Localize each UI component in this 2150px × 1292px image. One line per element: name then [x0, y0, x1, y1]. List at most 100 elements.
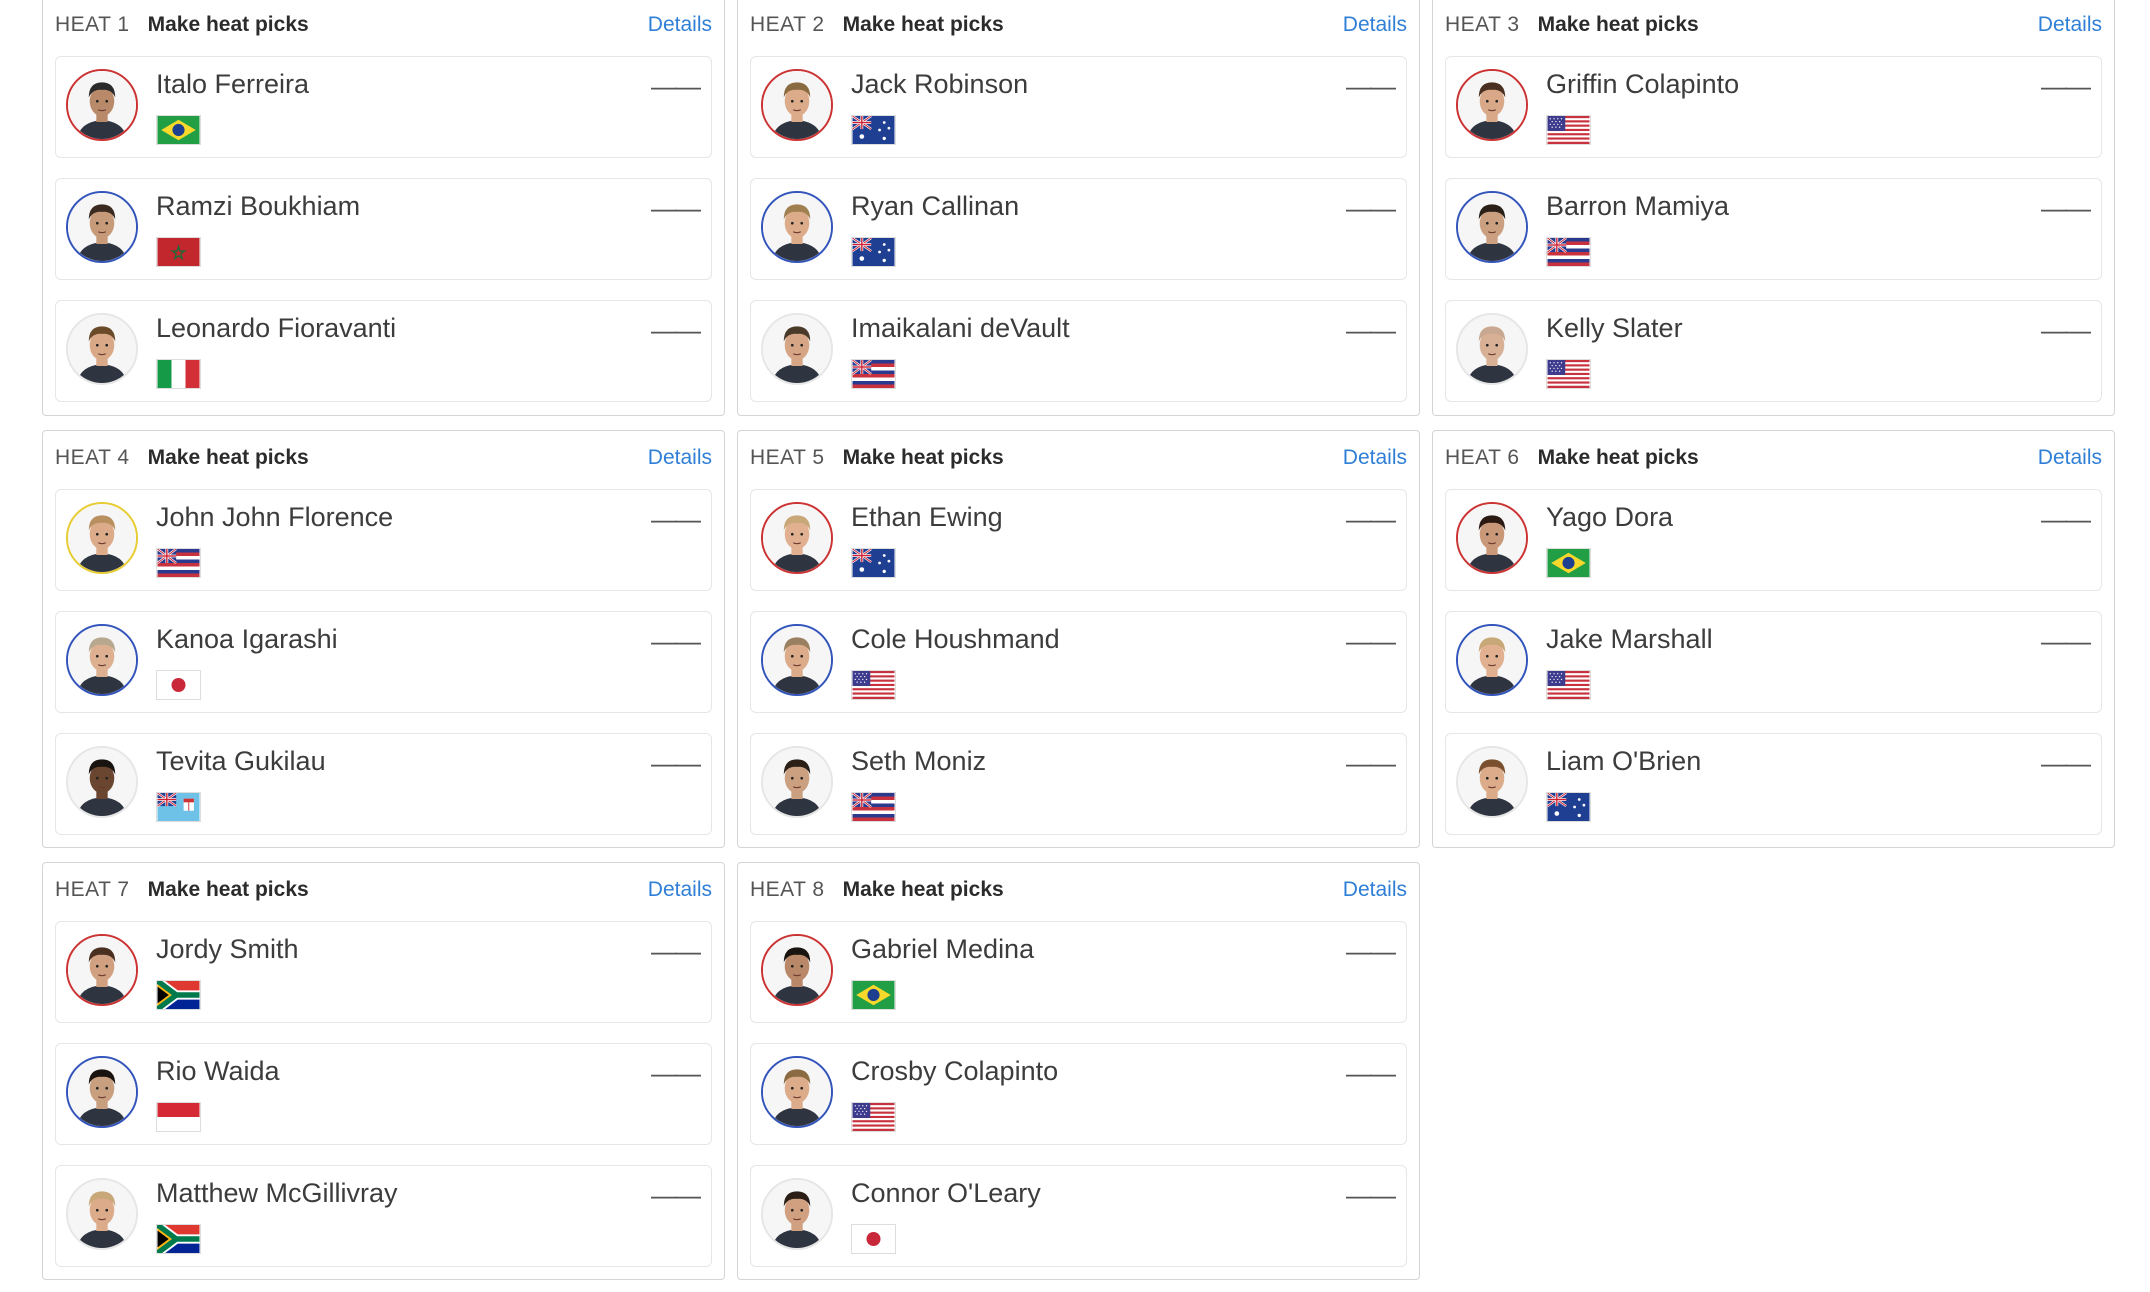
surfer-card[interactable]: Ramzi Boukhiam ——: [55, 178, 712, 280]
details-link[interactable]: Details: [648, 13, 712, 37]
indonesia-flag: [156, 1102, 201, 1132]
details-link[interactable]: Details: [1343, 878, 1407, 902]
surfer-avatar: [66, 69, 138, 141]
surfer-name: Jordy Smith: [156, 934, 299, 964]
heat-header: HEAT 4 Make heat picks Details: [55, 431, 712, 485]
surfer-avatar: [761, 191, 833, 263]
heat-card: HEAT 3 Make heat picks Details Griffin Cola…: [1432, 0, 2115, 416]
make-heat-picks-label: Make heat picks: [147, 446, 309, 469]
surfer-card[interactable]: Crosby Colapinto ——: [750, 1043, 1407, 1145]
details-link[interactable]: Details: [648, 446, 712, 470]
surfer-name: Imaikalani deVault: [851, 313, 1070, 343]
surfer-card[interactable]: Ethan Ewing ——: [750, 489, 1407, 591]
surfer-score: ——: [651, 1058, 701, 1088]
heat-header: HEAT 3 Make heat picks Details: [1445, 0, 2102, 52]
usa-flag: [1546, 359, 1591, 389]
surfer-name: Matthew McGillivray: [156, 1178, 398, 1208]
surfer-avatar: [66, 313, 138, 385]
surfer-card[interactable]: Jack Robinson ——: [750, 56, 1407, 158]
surfer-name: Kelly Slater: [1546, 313, 1683, 343]
surfer-score: ——: [2041, 504, 2091, 534]
surfer-avatar: [761, 934, 833, 1006]
surfer-avatar: [66, 624, 138, 696]
surfer-name: Tevita Gukilau: [156, 746, 326, 776]
surfer-card[interactable]: Ryan Callinan ——: [750, 178, 1407, 280]
surfer-name: Jack Robinson: [851, 69, 1029, 99]
surfer-card[interactable]: John John Florence ——: [55, 489, 712, 591]
surfer-card[interactable]: Italo Ferreira ——: [55, 56, 712, 158]
surfer-avatar: [66, 191, 138, 263]
surfer-card[interactable]: Kelly Slater ——: [1445, 300, 2102, 402]
surfer-name: Ryan Callinan: [851, 191, 1020, 221]
details-link[interactable]: Details: [2038, 446, 2102, 470]
surfer-name: Cole Houshmand: [851, 624, 1060, 654]
make-heat-picks-label: Make heat picks: [147, 13, 309, 36]
surfer-score: ——: [1346, 1058, 1396, 1088]
details-link[interactable]: Details: [648, 878, 712, 902]
surfer-avatar: [761, 1178, 833, 1250]
surfer-name: Barron Mamiya: [1546, 191, 1730, 221]
surfer-card[interactable]: Jordy Smith ——: [55, 921, 712, 1023]
details-link[interactable]: Details: [2038, 13, 2102, 37]
surfer-name: Leonardo Fioravanti: [156, 313, 397, 343]
surfer-score: ——: [2041, 748, 2091, 778]
details-link[interactable]: Details: [1343, 13, 1407, 37]
surfer-card[interactable]: Barron Mamiya ——: [1445, 178, 2102, 280]
surfer-avatar: [761, 313, 833, 385]
australia-flag: [1546, 792, 1591, 822]
surfer-score: ——: [651, 748, 701, 778]
surfer-score: ——: [651, 626, 701, 656]
surfer-avatar: [761, 746, 833, 818]
hawaii-flag: [1546, 237, 1591, 267]
brazil-flag: [156, 115, 201, 145]
surfer-score: ——: [1346, 748, 1396, 778]
surfer-score: ——: [1346, 315, 1396, 345]
surfer-score: ——: [2041, 315, 2091, 345]
surfer-name: Liam O'Brien: [1546, 746, 1702, 776]
surfer-card[interactable]: Imaikalani deVault ——: [750, 300, 1407, 402]
make-heat-picks-label: Make heat picks: [1537, 13, 1699, 36]
brazil-flag: [851, 980, 896, 1010]
surfer-card[interactable]: Kanoa Igarashi ——: [55, 611, 712, 713]
fiji-flag: [156, 792, 201, 822]
heat-number: HEAT 1: [55, 13, 130, 36]
surfer-card[interactable]: Yago Dora ——: [1445, 489, 2102, 591]
surfer-card[interactable]: Connor O'Leary ——: [750, 1165, 1407, 1267]
surfer-name: Italo Ferreira: [156, 69, 310, 99]
make-heat-picks-label: Make heat picks: [842, 13, 1004, 36]
heat-number: HEAT 5: [750, 446, 825, 469]
surfer-avatar: [66, 934, 138, 1006]
usa-flag: [1546, 670, 1591, 700]
surfer-card[interactable]: Matthew McGillivray ——: [55, 1165, 712, 1267]
heat-header: HEAT 1 Make heat picks Details: [55, 0, 712, 52]
heat-number: HEAT 6: [1445, 446, 1520, 469]
surfer-card[interactable]: Leonardo Fioravanti ——: [55, 300, 712, 402]
hawaii-flag: [156, 548, 201, 578]
heat-header: HEAT 2 Make heat picks Details: [750, 0, 1407, 52]
heat-number: HEAT 3: [1445, 13, 1520, 36]
surfer-avatar: [1456, 624, 1528, 696]
surfer-avatar: [66, 502, 138, 574]
details-link[interactable]: Details: [1343, 446, 1407, 470]
surfer-score: ——: [1346, 1180, 1396, 1210]
surfer-card[interactable]: Liam O'Brien ——: [1445, 733, 2102, 835]
surfer-avatar: [761, 69, 833, 141]
surfer-score: ——: [1346, 626, 1396, 656]
surfer-avatar: [1456, 313, 1528, 385]
surfer-name: Crosby Colapinto: [851, 1056, 1059, 1086]
surfer-card[interactable]: Jake Marshall ——: [1445, 611, 2102, 713]
heat-card: HEAT 4 Make heat picks Details John John Fl…: [42, 430, 725, 848]
heat-header: HEAT 5 Make heat picks Details: [750, 431, 1407, 485]
surfer-card[interactable]: Gabriel Medina ——: [750, 921, 1407, 1023]
surfer-card[interactable]: Tevita Gukilau ——: [55, 733, 712, 835]
surfer-card[interactable]: Seth Moniz ——: [750, 733, 1407, 835]
surfer-avatar: [761, 624, 833, 696]
surfer-score: ——: [1346, 71, 1396, 101]
heat-number: HEAT 7: [55, 878, 130, 901]
surfer-card[interactable]: Cole Houshmand ——: [750, 611, 1407, 713]
heat-number: HEAT 4: [55, 446, 130, 469]
surfer-card[interactable]: Rio Waida ——: [55, 1043, 712, 1145]
surfer-card[interactable]: Griffin Colapinto ——: [1445, 56, 2102, 158]
surfer-name: Kanoa Igarashi: [156, 624, 338, 654]
italy-flag: [156, 359, 201, 389]
